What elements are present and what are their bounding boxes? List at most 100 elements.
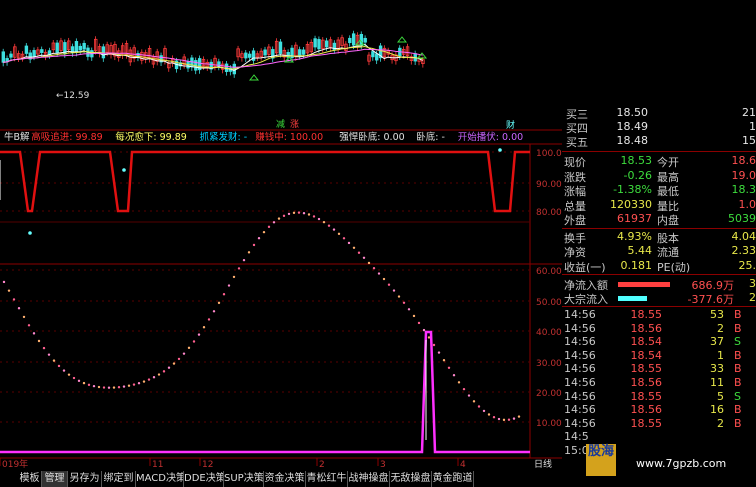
signal-marker: 财 [506, 119, 515, 131]
tab-7[interactable]: 资金决策 [264, 471, 306, 487]
indicator-dot [307, 213, 311, 216]
tick-price: 18.56 [630, 403, 663, 417]
flow-extra: 3 [749, 277, 756, 290]
tab-10[interactable]: 无敌操盘 [390, 471, 432, 487]
tick-time: 14:56 [564, 389, 596, 403]
indicator-dot [127, 384, 131, 387]
indicator-dot [392, 289, 396, 292]
indicator-dot [72, 376, 76, 380]
indicator-dot [347, 241, 351, 245]
stat-value: 5039 [728, 212, 756, 225]
tab-5[interactable]: DDE决策 [184, 471, 224, 487]
indicator-dot [367, 261, 371, 265]
indicator-dot [387, 283, 391, 286]
candle-body [298, 49, 302, 57]
tick-direction: S [734, 389, 741, 403]
bid-price: 18.49 [616, 120, 649, 133]
indicator-dot [42, 346, 46, 350]
tick-price: 18.56 [630, 321, 663, 335]
indicator-dot [447, 366, 451, 369]
tick-price: 18.56 [630, 376, 663, 389]
indicator-value-6: 卧底: - [416, 132, 445, 143]
tick-time: 14:56 [564, 376, 596, 389]
indicator-dot [57, 364, 61, 368]
signal-arrow [248, 74, 260, 81]
indicator-dot [32, 332, 36, 335]
tab-9[interactable]: 战神操盘 [348, 471, 390, 487]
candle-body [324, 40, 329, 48]
tick-price: 18.55 [630, 308, 663, 321]
indicator-value-4: 赚钱中: 100.00 [255, 132, 324, 143]
indicator-dot [82, 381, 86, 385]
indicator-dot [122, 385, 126, 388]
indicator-dot [157, 373, 161, 376]
tab-6[interactable]: SUP决策 [224, 471, 264, 487]
indicator-dot [337, 232, 341, 236]
tab-3[interactable]: 绑定到 [102, 471, 136, 487]
candle-body [55, 42, 59, 54]
bid-volume: 15 [742, 134, 756, 147]
indicator-dot [442, 359, 446, 362]
tab-11[interactable]: 黄金跑道 [432, 471, 474, 487]
flow-value: -377.6万 [687, 293, 734, 306]
indicator-dot [12, 298, 16, 301]
axis-tick-label: 60.00 [536, 267, 562, 277]
indicator-dot [472, 400, 476, 403]
stat-value: 61937 [617, 212, 652, 225]
tab-4[interactable]: MACD决策 [136, 471, 184, 487]
indicator-dot [502, 418, 506, 422]
tick-time: 14:56 [564, 335, 596, 349]
indicator-dot [312, 215, 316, 218]
indicator-dot [7, 289, 11, 292]
indicator-dot [167, 366, 171, 369]
kline-chart-area[interactable]: 100.00 90.00 80.00 60.00 50.00 40.00 30.00 20.0… [0, 0, 562, 487]
indicator-dot [342, 237, 346, 240]
axis-tick-label: 90.00 [536, 180, 562, 190]
tick-time: 14:56 [564, 321, 596, 335]
indicator-dot [257, 237, 261, 240]
indicator-dot [262, 230, 266, 234]
indicator-dot [117, 386, 121, 389]
flow-label: 大宗流入 [564, 293, 608, 306]
indicator-dot [62, 369, 66, 372]
indicator-dot [302, 212, 306, 215]
indicator-dot [27, 324, 31, 327]
tab-1[interactable]: 管理 [42, 471, 68, 487]
tab-2[interactable]: 另存为 [68, 471, 102, 487]
indicator-dot [407, 308, 411, 311]
tab-0[interactable]: 模板 [18, 471, 42, 487]
stat-value: 1.0 [738, 197, 756, 211]
tick-time: 14:5 [564, 430, 589, 444]
tick-volume: 37 [710, 335, 724, 349]
axis-tick-label: 20.00 [536, 389, 562, 399]
signal-marker: 减 [276, 118, 285, 130]
indicator-dot [147, 378, 151, 381]
indicator-dot [37, 339, 41, 343]
indicator-dot [77, 379, 81, 383]
flow-bar [618, 282, 670, 287]
indicator-dot [362, 256, 366, 259]
tick-direction: B [734, 321, 742, 335]
candle-body [351, 33, 356, 46]
indicator-dot [102, 386, 106, 389]
stat-value: 4.93% [617, 229, 652, 243]
tick-volume: 2 [717, 416, 724, 430]
indicator-dot [482, 409, 486, 413]
indicator-dot [122, 168, 126, 172]
stat-label: PE(动) [657, 260, 691, 274]
time-axis-label: 4 [460, 460, 466, 470]
indicator-dot [252, 243, 256, 247]
tick-volume: 11 [710, 376, 724, 389]
tab-8[interactable]: 青松红牛 [306, 471, 348, 487]
candle-body [40, 49, 44, 53]
indicator-dot [177, 357, 181, 361]
tick-price: 18.54 [630, 348, 663, 362]
time-axis-label: 2 [319, 460, 325, 470]
indicator-dot [192, 340, 196, 343]
indicator-dot [322, 220, 326, 224]
stat-value: 0.181 [620, 258, 653, 272]
indicator-dot [202, 326, 206, 329]
tick-volume: 33 [710, 362, 724, 376]
indicator-dot [437, 351, 441, 354]
indicator-dot [97, 385, 101, 389]
